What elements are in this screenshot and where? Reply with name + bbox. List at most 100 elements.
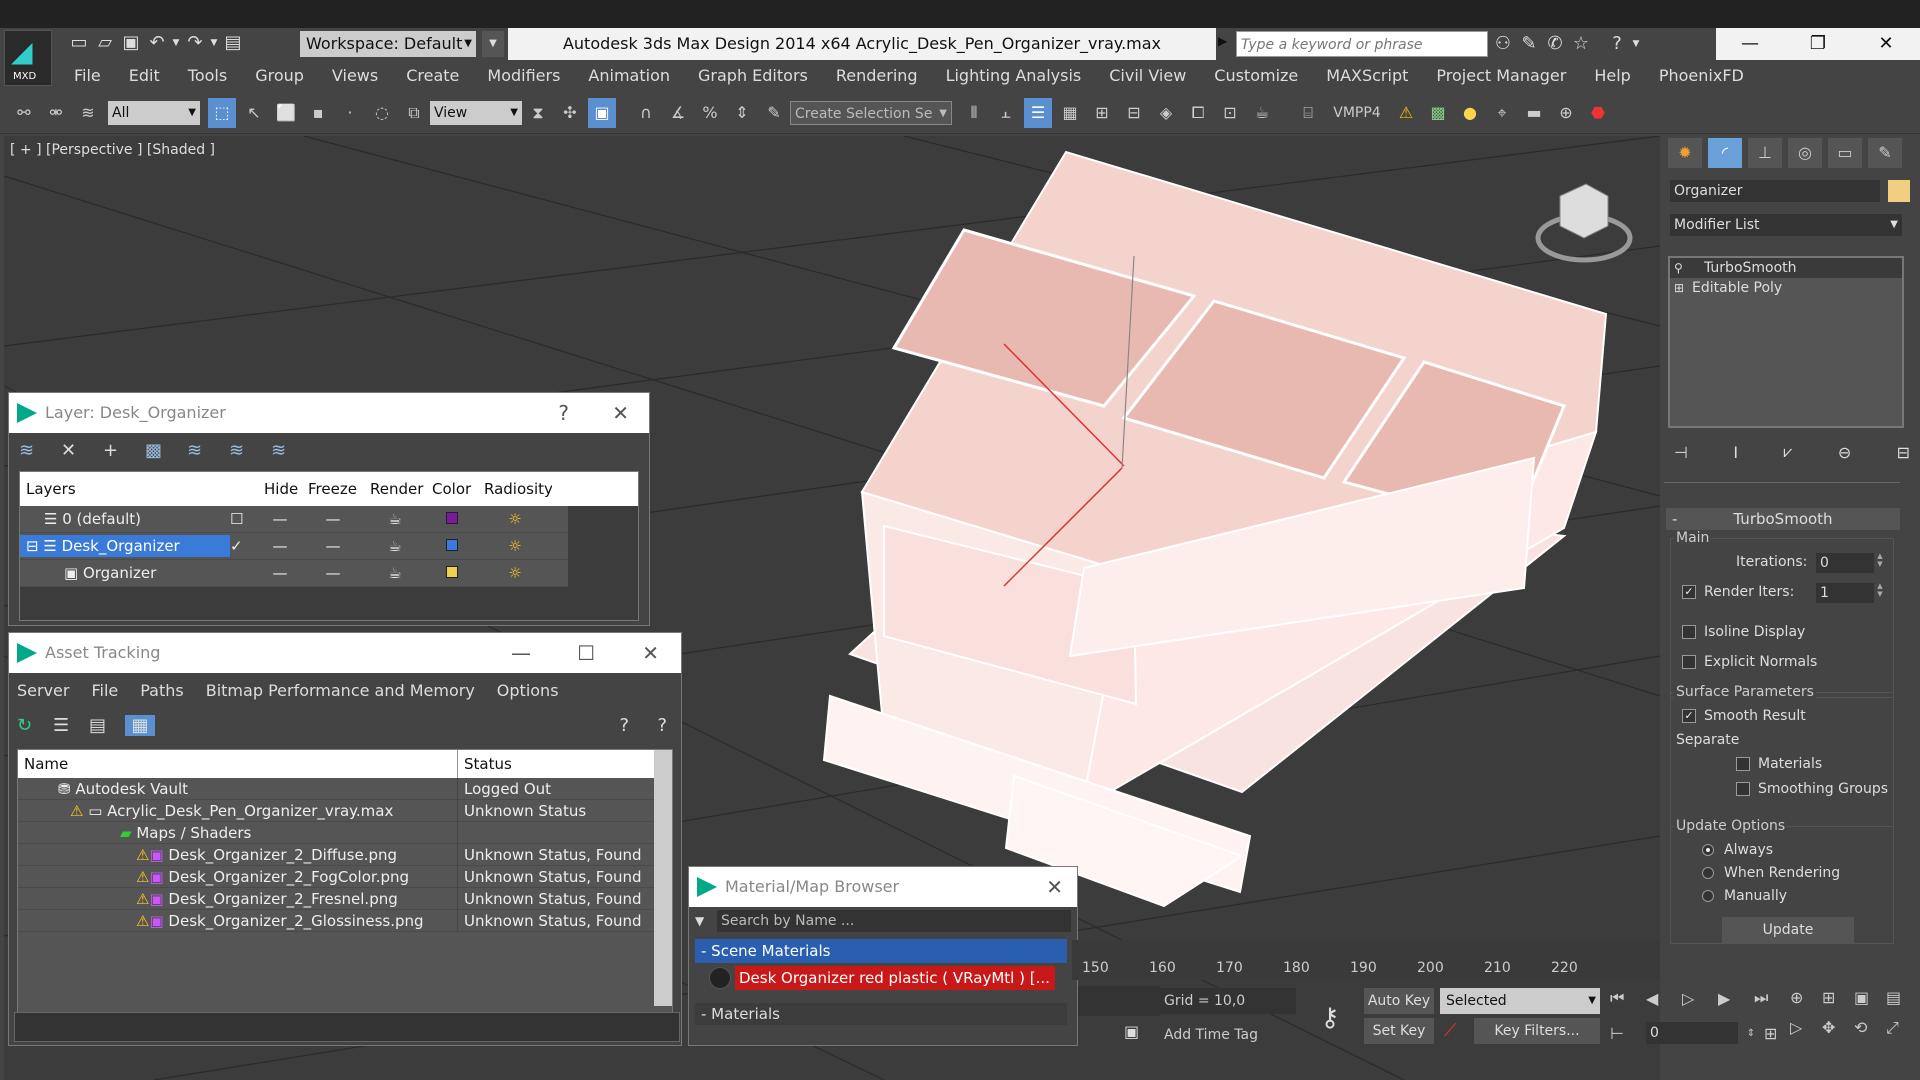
spinner-snap-icon[interactable]: ⇕ bbox=[728, 98, 756, 128]
menu-lighting-analysis[interactable]: Lighting Analysis bbox=[932, 62, 1096, 90]
asset-row[interactable]: ⛃ Autodesk Vault Logged Out bbox=[18, 777, 672, 800]
asset-menu-server[interactable]: Server bbox=[17, 681, 69, 700]
binoculars-icon[interactable]: ⚇ bbox=[1490, 31, 1516, 57]
key-filter-icon[interactable]: ⟋ bbox=[1444, 1020, 1468, 1044]
chevron-down-icon[interactable]: ▼ bbox=[695, 914, 717, 928]
time-tag-icon[interactable]: ▣ bbox=[1124, 1022, 1150, 1048]
always-radio[interactable] bbox=[1702, 844, 1714, 856]
frame-spinner-icon[interactable]: ⇕ bbox=[1738, 1028, 1764, 1039]
help-search-input[interactable]: Type a keyword or phrase bbox=[1236, 31, 1488, 57]
new-file-icon[interactable]: ▭ bbox=[66, 30, 92, 56]
sep-materials-checkbox[interactable] bbox=[1736, 757, 1750, 771]
next-frame-icon[interactable]: ▶ bbox=[1718, 989, 1754, 1008]
sep-smoothing-checkbox[interactable] bbox=[1736, 782, 1750, 796]
hide-toggle[interactable]: — bbox=[258, 535, 302, 557]
thumbnail-view-icon[interactable]: ▤ bbox=[89, 715, 125, 736]
stack-item-editable-poly[interactable]: ⊞ Editable Poly bbox=[1670, 278, 1902, 298]
render-teapot-icon[interactable]: ☕ bbox=[364, 535, 426, 557]
key-mode-dropdown[interactable]: Selected ▼ bbox=[1440, 988, 1600, 1014]
orbit-icon[interactable]: ⟲ bbox=[1854, 1018, 1886, 1048]
menu-customize[interactable]: Customize bbox=[1200, 62, 1312, 90]
menu-rendering[interactable]: Rendering bbox=[822, 62, 932, 90]
layer-row[interactable]: ☰ 0 (default) ☐ — — ☕ ☼ bbox=[20, 506, 568, 533]
asset-row[interactable]: ⚠▣ Desk_Organizer_2_Diffuse.png Unknown S… bbox=[18, 843, 672, 866]
help-options-icon[interactable]: ? bbox=[657, 715, 667, 736]
select-move-icon[interactable]: · bbox=[336, 98, 364, 128]
batch-render-icon[interactable]: ⊕ bbox=[1552, 98, 1580, 128]
layer-color-swatch[interactable] bbox=[426, 562, 478, 584]
asset-row[interactable]: ⚠▣ Desk_Organizer_2_FogColor.png Unknown … bbox=[18, 865, 672, 888]
manually-radio[interactable] bbox=[1702, 890, 1714, 902]
select-manipulate-icon[interactable]: ✣ bbox=[556, 98, 584, 128]
time-config-icon[interactable]: ⊞ bbox=[1764, 1024, 1790, 1043]
render-teapot-icon[interactable]: ☕ bbox=[364, 508, 426, 530]
when-rendering-radio[interactable] bbox=[1702, 867, 1714, 879]
go-to-start-icon[interactable]: ⏮ bbox=[1610, 988, 1646, 1008]
current-layer-box-icon[interactable]: ☐ bbox=[230, 508, 258, 530]
help-tool-icon[interactable]: ? bbox=[619, 715, 629, 736]
timeline-track[interactable]: 150 160 170 180 190 200 210 220 bbox=[1072, 940, 1660, 980]
close-icon[interactable]: ✕ bbox=[1852, 28, 1920, 60]
menu-views[interactable]: Views bbox=[318, 62, 392, 90]
col-color[interactable]: Color bbox=[426, 475, 478, 503]
refresh-icon[interactable]: ↻ bbox=[17, 715, 53, 736]
col-freeze[interactable]: Freeze bbox=[302, 475, 364, 503]
hierarchy-tab-icon[interactable]: ⊥ bbox=[1748, 138, 1782, 168]
set-key-button[interactable]: Set Key bbox=[1364, 1018, 1434, 1044]
render-iters-spinner[interactable]: 1 bbox=[1816, 582, 1890, 603]
checkmark-icon[interactable]: ✓ bbox=[230, 535, 258, 557]
open-file-icon[interactable]: ▱ bbox=[92, 30, 118, 56]
hide-toggle[interactable]: — bbox=[258, 562, 302, 584]
pan-icon[interactable]: ✥ bbox=[1822, 1018, 1854, 1048]
minimize-icon[interactable]: — bbox=[1716, 28, 1784, 60]
menu-graph-editors[interactable]: Graph Editors bbox=[684, 62, 822, 90]
menu-create[interactable]: Create bbox=[392, 62, 473, 90]
motion-tab-icon[interactable]: ◎ bbox=[1788, 138, 1822, 168]
align-icon[interactable]: ⫠ bbox=[992, 98, 1020, 128]
asset-menu-paths[interactable]: Paths bbox=[140, 681, 183, 700]
expand-plus-icon[interactable]: ⊞ bbox=[1674, 281, 1692, 295]
object-name-field[interactable]: Organizer bbox=[1670, 180, 1880, 202]
asset-menu-bitmap[interactable]: Bitmap Performance and Memory bbox=[206, 681, 475, 700]
schematic-view-icon[interactable]: ⊟ bbox=[1120, 98, 1148, 128]
redo-icon[interactable]: ↷ bbox=[182, 30, 208, 56]
curve-editor-icon[interactable]: ⊞ bbox=[1088, 98, 1116, 128]
smooth-result-checkbox[interactable]: ✓ bbox=[1682, 709, 1696, 723]
favorites-star-icon[interactable]: ☆ bbox=[1568, 31, 1594, 57]
layer-color-swatch[interactable] bbox=[426, 535, 478, 557]
save-preset-icon[interactable]: ▬ bbox=[1520, 98, 1548, 128]
warning-icon[interactable]: ⚠ bbox=[1392, 98, 1420, 128]
menu-animation[interactable]: Animation bbox=[574, 62, 684, 90]
rendered-frame-icon[interactable]: ⊡ bbox=[1216, 98, 1244, 128]
menu-tools[interactable]: Tools bbox=[174, 62, 241, 90]
asset-menu-options[interactable]: Options bbox=[497, 681, 559, 700]
asset-row[interactable]: ⚠ ▭ Acrylic_Desk_Pen_Organizer_vray.max U… bbox=[18, 799, 672, 822]
layer-dialog-titlebar[interactable]: Layer: Desk_Organizer? ✕ bbox=[9, 393, 649, 433]
play-icon[interactable]: ▷ bbox=[1682, 989, 1718, 1008]
select-scale-icon[interactable]: ⧉ bbox=[400, 98, 428, 128]
undo-dropdown-icon[interactable]: ▼ bbox=[170, 30, 182, 56]
material-item[interactable]: Desk Organizer red plastic ( VRayMtl ) [… bbox=[709, 965, 1077, 991]
lightbulb-icon[interactable]: ⚲ bbox=[1674, 261, 1704, 275]
redo-dropdown-icon[interactable]: ▼ bbox=[208, 30, 220, 56]
asset-menu-file[interactable]: File bbox=[91, 681, 118, 700]
help-dropdown-icon[interactable]: ▼ bbox=[1630, 31, 1642, 57]
add-to-layer-icon[interactable]: + bbox=[103, 440, 145, 461]
expand-search-icon[interactable]: ▶ bbox=[1218, 34, 1227, 48]
previous-frame-icon[interactable]: ◀ bbox=[1646, 989, 1682, 1008]
menu-project-manager[interactable]: Project Manager bbox=[1422, 62, 1580, 90]
selection-filter-dropdown[interactable]: All ▼ bbox=[108, 100, 200, 125]
named-selection-sets-dropdown[interactable]: Create Selection Se ▼ bbox=[790, 100, 952, 125]
freeze-toggle[interactable]: — bbox=[302, 508, 364, 530]
keyboard-shortcut-override-icon[interactable]: ▣ bbox=[588, 97, 616, 128]
menu-maxscript[interactable]: MAXScript bbox=[1312, 62, 1422, 90]
highlight-layer-icon[interactable]: ≋ bbox=[187, 440, 229, 461]
edit-named-selection-icon[interactable]: ✎ bbox=[760, 98, 788, 128]
layer-row[interactable]: ⊟ ☰ Desk_Organizer ✓ — — ☕ ☼ bbox=[20, 533, 568, 560]
phoenix-stop-icon[interactable]: ⬣ bbox=[1584, 98, 1612, 128]
table-view-icon[interactable]: ▦ bbox=[125, 714, 155, 736]
link-icon[interactable]: ⚯ bbox=[10, 98, 38, 128]
pin-stack-icon[interactable]: ⊣ bbox=[1674, 443, 1688, 462]
mirror-icon[interactable]: ⫴ bbox=[960, 98, 988, 128]
vmpp-label[interactable]: VMPP4 bbox=[1326, 98, 1388, 128]
